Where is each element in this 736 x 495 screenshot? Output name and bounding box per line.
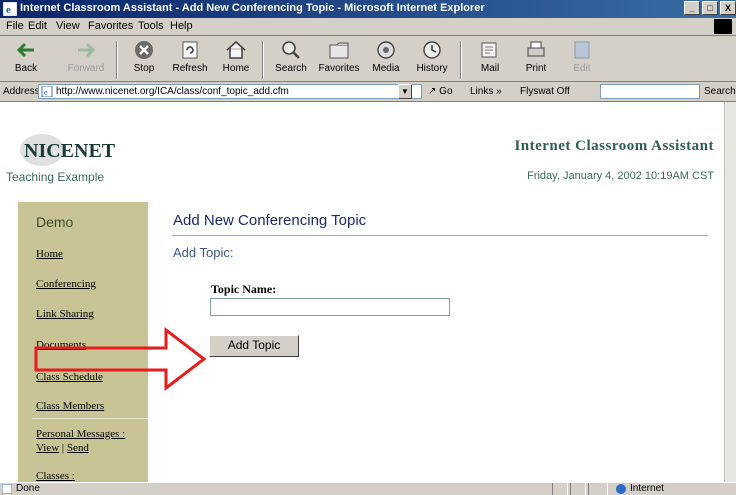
- menu-view[interactable]: View: [56, 20, 80, 32]
- home-button[interactable]: Home: [214, 39, 258, 74]
- menu-edit[interactable]: Edit: [28, 20, 47, 32]
- course-name: Teaching Example: [6, 170, 105, 184]
- favorites-button[interactable]: Favorites: [314, 39, 364, 74]
- windows-flag-icon: [714, 19, 732, 34]
- internet-zone-icon: [616, 484, 626, 494]
- edit-icon: [574, 41, 590, 59]
- minimize-button[interactable]: _: [684, 1, 700, 15]
- print-label: Print: [525, 63, 547, 74]
- refresh-icon: [182, 41, 198, 59]
- status-cell: [552, 483, 568, 495]
- menu-bar: File Edit View Favorites Tools Help: [0, 18, 736, 36]
- nicenet-logo: NICENET: [20, 134, 116, 166]
- sidebar-link-view[interactable]: View: [36, 442, 59, 454]
- search-icon: [282, 41, 300, 59]
- red-arrow-annotation: [34, 326, 207, 392]
- refresh-label: Refresh: [172, 63, 208, 74]
- close-button[interactable]: X: [720, 1, 736, 15]
- menu-help[interactable]: Help: [170, 20, 193, 32]
- address-url: http://www.nicenet.org/ICA/class/conf_to…: [56, 86, 289, 97]
- menu-tools[interactable]: Tools: [138, 20, 164, 32]
- status-cell: [570, 483, 586, 495]
- go-label: Go: [439, 86, 453, 97]
- sidebar-title: Demo: [36, 214, 74, 230]
- favorites-folder-icon: [329, 42, 349, 59]
- status-cell: [588, 483, 608, 495]
- address-input[interactable]: e http://www.nicenet.org/ICA/class/conf_…: [38, 84, 422, 99]
- back-button[interactable]: Back: [2, 39, 50, 74]
- forward-arrow-icon: [78, 42, 96, 58]
- address-label: Address: [3, 86, 40, 97]
- media-icon: [377, 41, 395, 59]
- back-arrow-icon: [16, 42, 34, 58]
- sidebar-link-home[interactable]: Home: [36, 248, 63, 260]
- search-button[interactable]: Search: [268, 39, 314, 74]
- app-name: Internet Classroom Assistant: [514, 138, 714, 154]
- topic-name-input[interactable]: [210, 298, 450, 316]
- window-titlebar: e Internet Classroom Assistant - Add New…: [0, 0, 736, 18]
- sidebar-link-send[interactable]: Send: [67, 442, 89, 454]
- sidebar-link-class-members[interactable]: Class Members: [36, 400, 104, 412]
- home-icon: [226, 40, 246, 59]
- stop-icon: [135, 41, 153, 59]
- forward-label: Forward: [67, 63, 105, 74]
- sidebar-link-classes[interactable]: Classes :: [36, 470, 75, 482]
- flyswat-search-button[interactable]: Search!: [704, 86, 736, 97]
- svg-text:e: e: [6, 4, 11, 16]
- sidebar-link-conferencing[interactable]: Conferencing: [36, 278, 96, 290]
- logo-text: NICENET: [24, 140, 116, 162]
- mail-label: Mail: [480, 63, 500, 74]
- address-bar: Address e http://www.nicenet.org/ICA/cla…: [0, 82, 736, 102]
- media-label: Media: [372, 63, 400, 74]
- topic-name-label: Topic Name:: [211, 282, 277, 296]
- status-text: Done: [16, 483, 40, 494]
- go-button[interactable]: ↗ Go: [428, 86, 453, 97]
- edit-label: Edit: [573, 63, 591, 74]
- svg-text:e: e: [44, 88, 48, 97]
- printer-icon: [527, 41, 545, 57]
- page-viewport: NICENET Teaching Example Internet Classr…: [0, 102, 724, 482]
- menu-favorites[interactable]: Favorites: [88, 20, 133, 32]
- history-button[interactable]: History: [410, 39, 454, 74]
- back-label: Back: [14, 63, 38, 74]
- page-status-icon: [2, 484, 12, 494]
- forward-button[interactable]: Forward: [62, 39, 110, 74]
- page-heading: Add New Conferencing Topic: [173, 212, 367, 229]
- stop-button[interactable]: Stop: [124, 39, 164, 74]
- sidebar-link-link-sharing[interactable]: Link Sharing: [36, 308, 94, 320]
- home-label: Home: [222, 63, 250, 74]
- search-label: Search: [275, 63, 307, 74]
- history-label: History: [416, 63, 448, 74]
- mail-icon: [481, 42, 497, 58]
- page-icon: e: [41, 86, 53, 97]
- sidebar-messages-actions: View | Send: [36, 442, 89, 454]
- heading-rule: [172, 235, 708, 236]
- status-bar: Done Internet: [0, 482, 736, 495]
- links-button[interactable]: Links »: [470, 86, 502, 97]
- vertical-scrollbar[interactable]: [724, 102, 736, 482]
- sidebar-link-personal-messages[interactable]: Personal Messages :: [36, 428, 125, 440]
- window-title: Internet Classroom Assistant - Add New C…: [20, 2, 485, 14]
- menu-file[interactable]: File: [6, 20, 24, 32]
- edit-button[interactable]: Edit: [562, 39, 602, 74]
- current-date: Friday, January 4, 2002 10:19AM CST: [527, 170, 714, 182]
- flyswat-search-input[interactable]: [600, 84, 700, 99]
- sidebar-divider: [32, 418, 148, 419]
- page-subheading: Add Topic:: [173, 245, 234, 260]
- address-dropdown-button[interactable]: ▼: [398, 84, 412, 99]
- print-button[interactable]: Print: [514, 39, 558, 74]
- media-button[interactable]: Media: [364, 39, 408, 74]
- favorites-label: Favorites: [318, 63, 360, 74]
- maximize-button[interactable]: □: [702, 1, 718, 15]
- history-icon: [423, 41, 441, 59]
- zone-label: Internet: [630, 483, 664, 494]
- flyswat-button[interactable]: Flyswat Off: [520, 86, 570, 97]
- refresh-button[interactable]: Refresh: [168, 39, 212, 74]
- toolbar: Back Forward Stop Refresh Home Search Fa…: [0, 37, 736, 82]
- ie-logo-icon: e: [3, 2, 17, 16]
- stop-label: Stop: [133, 63, 155, 74]
- mail-button[interactable]: Mail: [468, 39, 512, 74]
